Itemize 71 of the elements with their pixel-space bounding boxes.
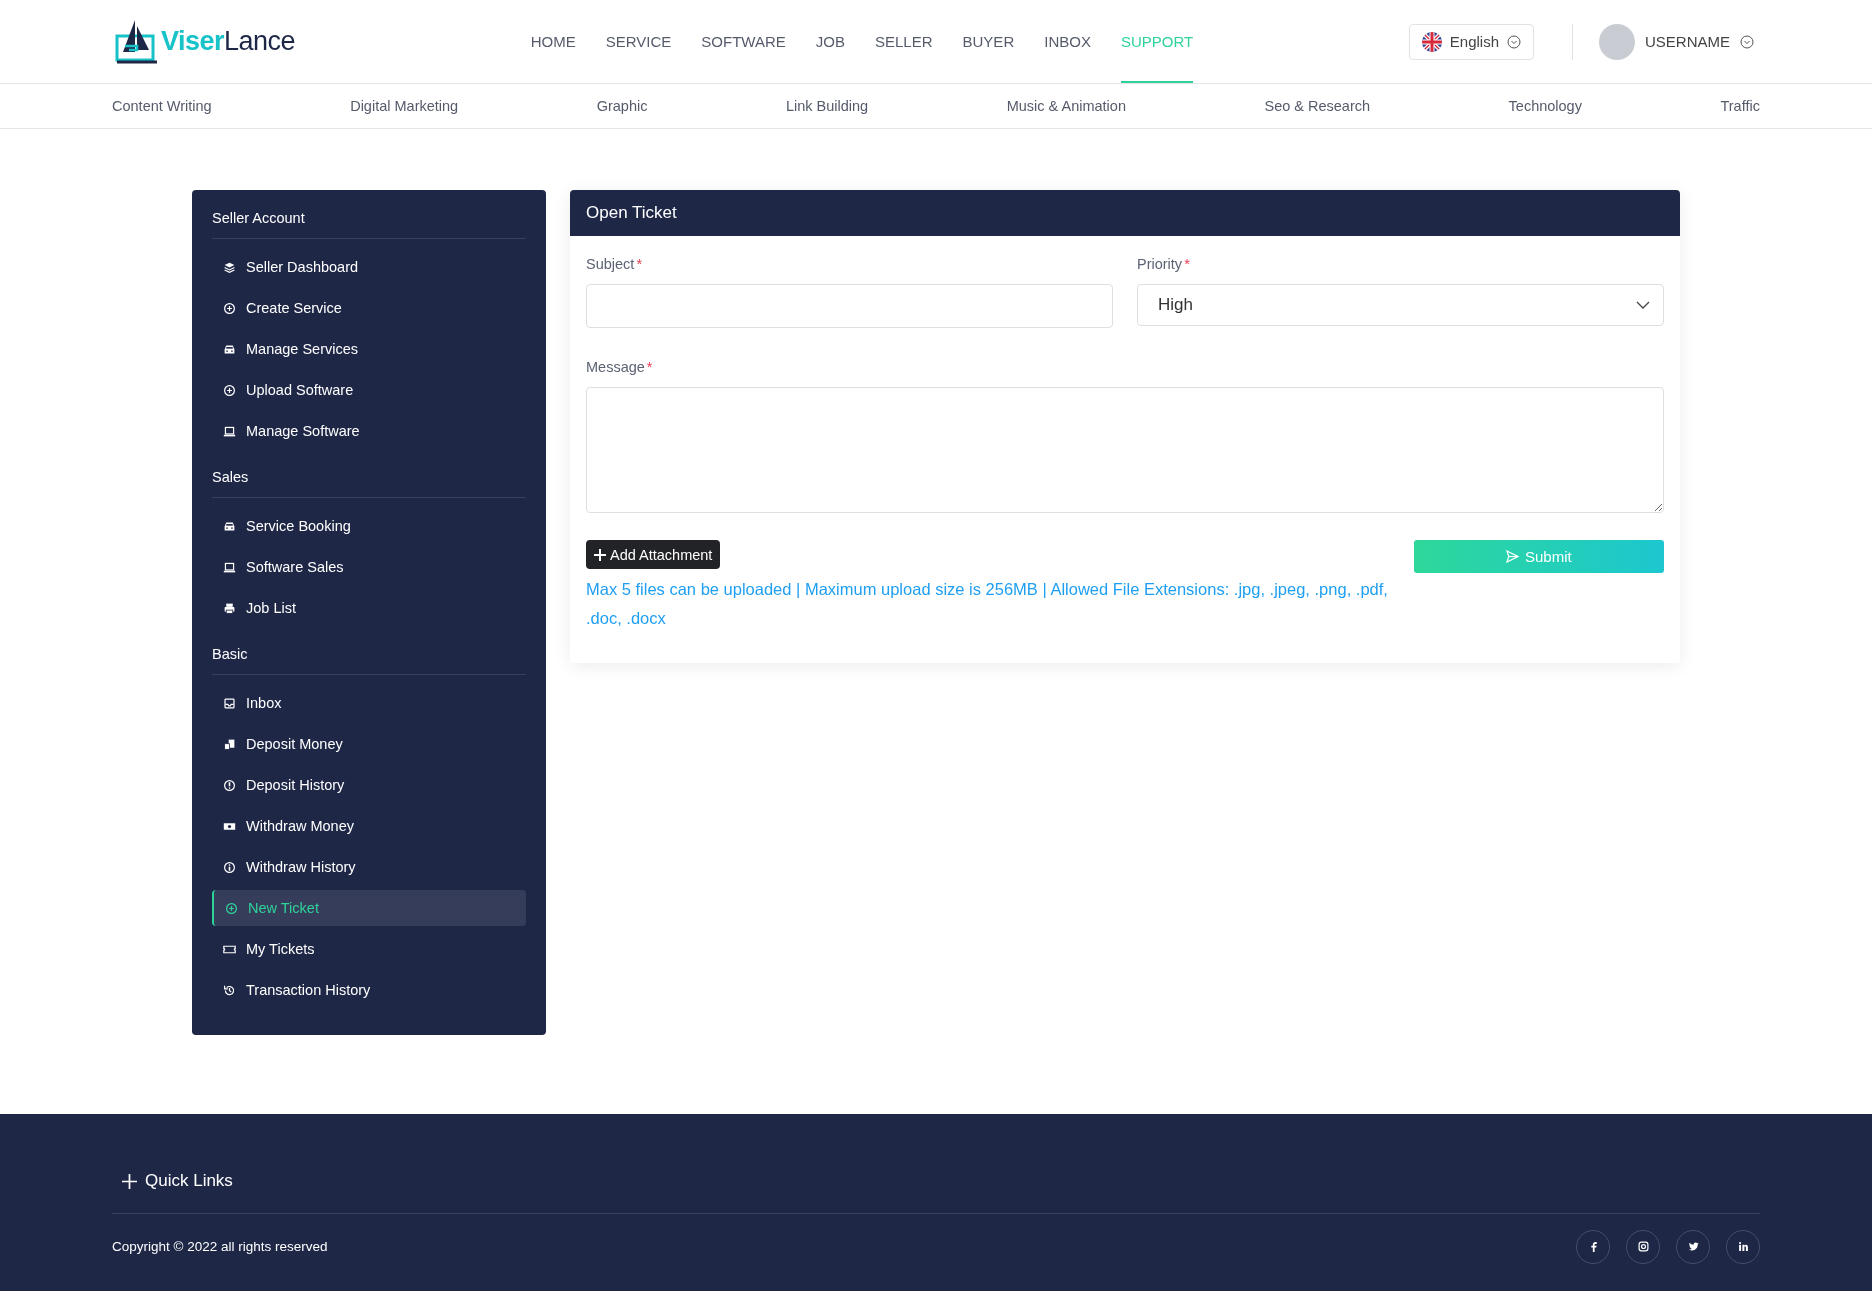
plus-icon: [594, 548, 606, 561]
flag-icon: [1421, 31, 1442, 52]
nav-link[interactable]: SELLER: [875, 0, 933, 83]
sidebar-item[interactable]: Upload Software: [212, 372, 526, 408]
sidebar-item[interactable]: Withdraw History: [212, 849, 526, 885]
info-circle-icon: [223, 778, 236, 792]
section-title: Basic: [212, 646, 526, 675]
sidebar-item[interactable]: Seller Dashboard: [212, 249, 526, 285]
nav-link[interactable]: BUYER: [962, 0, 1015, 83]
history-icon: [223, 983, 236, 997]
sidebar-item[interactable]: New Ticket: [212, 890, 526, 926]
send-icon: [1506, 550, 1519, 563]
quick-links-toggle[interactable]: Quick Links: [112, 1171, 233, 1191]
plus-icon: [122, 1173, 137, 1189]
linkedin-icon: [1737, 1241, 1749, 1252]
nav-link[interactable]: SERVICE: [605, 0, 672, 83]
copyright-text: Copyright © 2022 all rights reserved: [112, 1239, 328, 1254]
sidebar-item[interactable]: Job List: [212, 590, 526, 626]
laptop-icon: [223, 424, 236, 438]
field-label: Message*: [586, 359, 654, 375]
chevron-down-icon: [1740, 34, 1754, 49]
plus-circle-icon: [223, 383, 236, 397]
section-title: Seller Account: [212, 210, 526, 239]
info-circle-icon: [223, 860, 236, 874]
printer-icon: [223, 601, 236, 615]
nav-link[interactable]: SOFTWARE: [701, 0, 786, 83]
category-link[interactable]: Content Writing: [112, 98, 212, 114]
nav-link[interactable]: HOME: [530, 0, 576, 83]
layers-icon: [223, 260, 236, 274]
car-icon: [223, 519, 236, 533]
card-title: Open Ticket: [570, 190, 1680, 236]
car-icon: [223, 342, 236, 356]
category-link[interactable]: Technology: [1508, 98, 1582, 114]
priority-select[interactable]: High: [1137, 284, 1664, 326]
nav-link[interactable]: JOB: [815, 0, 845, 83]
plus-circle-icon: [225, 901, 238, 915]
sidebar-item[interactable]: Deposit History: [212, 767, 526, 803]
chevron-down-icon: [1507, 34, 1521, 49]
sidebar-item[interactable]: Create Service: [212, 290, 526, 326]
category-link[interactable]: Graphic: [596, 98, 648, 114]
add-attachment-button[interactable]: Add Attachment: [586, 540, 721, 569]
sidebar-item[interactable]: Manage Software: [212, 413, 526, 449]
category-link[interactable]: Digital Marketing: [350, 98, 459, 114]
nav-link[interactable]: INBOX: [1044, 0, 1091, 83]
category-link[interactable]: Music & Animation: [1006, 98, 1126, 114]
coins-icon: [223, 737, 236, 751]
section-title: Sales: [212, 469, 526, 498]
sidebar-item[interactable]: Manage Services: [212, 331, 526, 367]
inbox-icon: [223, 696, 236, 710]
field-label: Subject*: [586, 256, 644, 272]
logo-text: ViserLance: [161, 26, 296, 57]
sidebar-item[interactable]: My Tickets: [212, 931, 526, 967]
category-link[interactable]: Seo & Research: [1264, 98, 1371, 114]
sidebar-item[interactable]: Deposit Money: [212, 726, 526, 762]
upload-note: Max 5 files can be uploaded | Maximum upload size is 256MB | Allowed File Extensions: .jpg, .jpeg, .png, .pdf, .doc, .docx: [586, 579, 1389, 629]
plus-circle-icon: [223, 301, 236, 315]
laptop-icon: [223, 560, 236, 574]
sidebar-item[interactable]: Software Sales: [212, 549, 526, 585]
user-menu[interactable]: USERNAME: [1593, 22, 1760, 61]
bird-icon: [1687, 1241, 1699, 1252]
avatar: [1599, 23, 1635, 60]
instagram-icon: [1637, 1241, 1649, 1252]
sidebar-item[interactable]: Withdraw Money: [212, 808, 526, 844]
category-link[interactable]: Link Building: [785, 98, 869, 114]
sidebar-item[interactable]: Transaction History: [212, 972, 526, 1008]
language-select[interactable]: English: [1408, 23, 1534, 60]
sidebar-item[interactable]: Service Booking: [212, 508, 526, 544]
subject-input[interactable]: [586, 284, 1113, 328]
category-link[interactable]: Traffic: [1720, 98, 1760, 114]
field-label: Priority*: [1137, 256, 1191, 272]
sidebar-item[interactable]: Inbox: [212, 685, 526, 721]
